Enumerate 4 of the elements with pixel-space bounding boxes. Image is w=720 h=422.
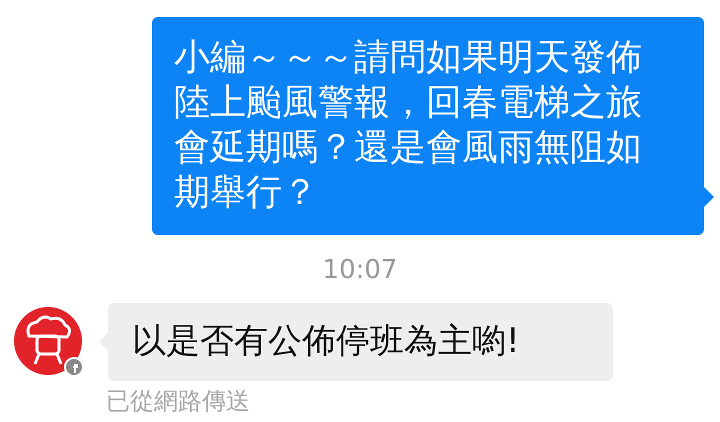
avatar-icon (13, 306, 85, 378)
message-time: 10:07 (322, 255, 398, 285)
bubble-tail (704, 187, 714, 207)
delivery-note: 已從網路傳送 (106, 386, 251, 417)
